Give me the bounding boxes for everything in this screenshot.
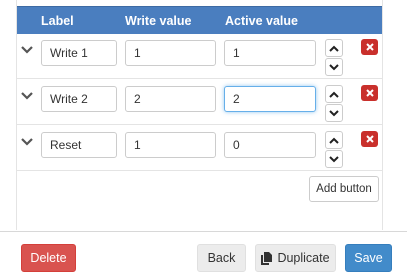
active-value-input[interactable] (224, 40, 316, 66)
write-value-input[interactable] (125, 132, 216, 158)
move-up-button[interactable] (325, 131, 343, 149)
remove-row-button[interactable] (361, 85, 378, 101)
back-button[interactable]: Back (197, 244, 246, 272)
row-divider (17, 124, 382, 125)
header-active-value: Active value (225, 14, 298, 28)
copy-icon (261, 251, 273, 265)
move-down-button[interactable] (325, 104, 343, 122)
chevron-down-icon (329, 109, 339, 116)
duplicate-label: Duplicate (277, 251, 330, 265)
move-up-button[interactable] (325, 85, 343, 103)
move-up-button[interactable] (325, 39, 343, 57)
label-input[interactable] (41, 132, 117, 158)
delete-button[interactable]: Delete (21, 244, 76, 272)
active-value-input[interactable] (224, 132, 316, 158)
chevron-down-icon[interactable] (20, 42, 36, 56)
footer-divider (0, 231, 407, 232)
close-icon (365, 89, 374, 97)
chevron-down-icon[interactable] (20, 88, 36, 102)
remove-row-button[interactable] (361, 131, 378, 147)
active-value-input[interactable] (224, 86, 316, 112)
chevron-up-icon (329, 45, 339, 52)
add-button[interactable]: Add button (309, 176, 379, 202)
write-value-input[interactable] (125, 40, 216, 66)
chevron-up-icon (329, 91, 339, 98)
button-editor-panel: Label Write value Active value Write 1 1… (16, 0, 383, 230)
move-down-button[interactable] (325, 150, 343, 168)
table-header: Label Write value Active value (17, 6, 382, 34)
close-icon (365, 43, 374, 51)
label-input[interactable] (41, 40, 117, 66)
row-divider (17, 170, 382, 171)
move-down-button[interactable] (325, 58, 343, 76)
save-button[interactable]: Save (345, 244, 392, 272)
remove-row-button[interactable] (361, 39, 378, 55)
chevron-up-icon (329, 137, 339, 144)
write-value-input[interactable] (125, 86, 216, 112)
header-write-value: Write value (125, 14, 192, 28)
close-icon (365, 135, 374, 143)
chevron-down-icon (329, 63, 339, 70)
duplicate-button[interactable]: Duplicate (255, 244, 336, 272)
row-divider (17, 78, 382, 79)
header-label: Label (41, 14, 74, 28)
chevron-down-icon (329, 155, 339, 162)
chevron-down-icon[interactable] (20, 134, 36, 148)
label-input[interactable] (41, 86, 117, 112)
